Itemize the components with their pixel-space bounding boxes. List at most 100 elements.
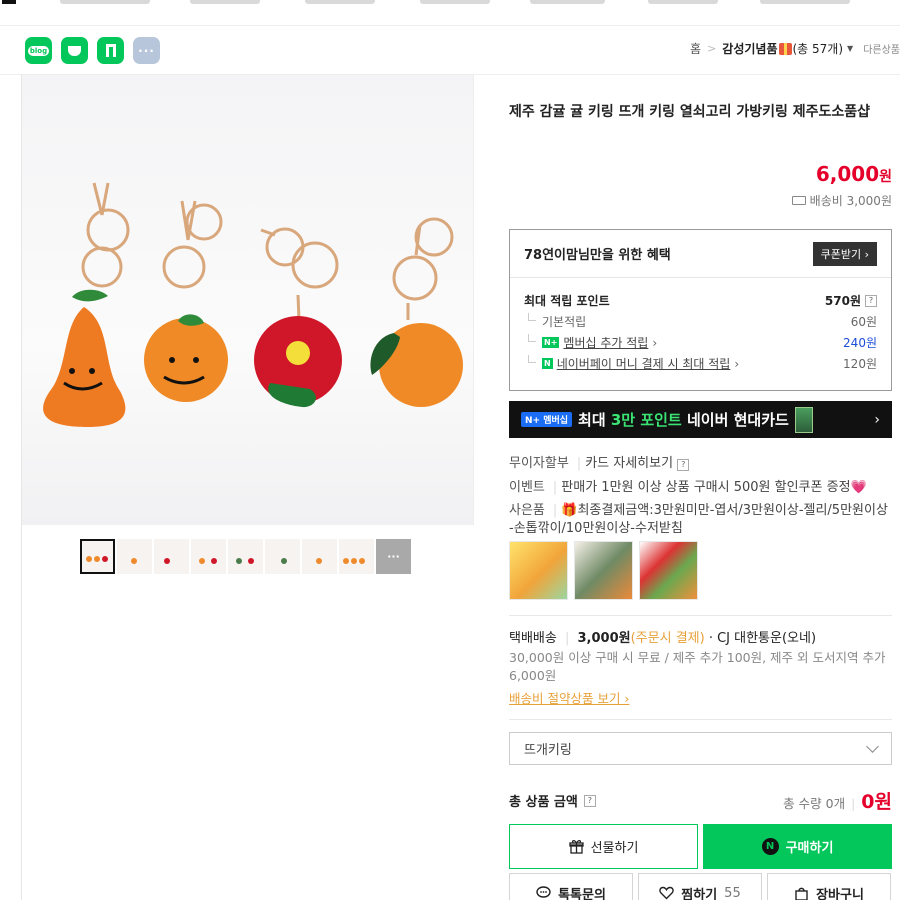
delivery-carrier: · CJ 대한통운(오네) (708, 631, 817, 646)
gift-image[interactable] (509, 541, 568, 600)
thumbnail[interactable] (339, 539, 374, 574)
points-value: 60원 (850, 315, 877, 329)
naver-plus-badge-icon: N+ (542, 337, 560, 348)
gift-icon (778, 42, 792, 55)
product-image[interactable] (22, 75, 473, 525)
gift-button[interactable]: 선물하기 (509, 824, 698, 869)
thumbnail[interactable] (228, 539, 263, 574)
event-text: 판매가 1만원 이상 상품 구매시 500원 할인쿠폰 증정💗 (561, 480, 867, 495)
truck-icon (791, 196, 806, 205)
thumbnail-more[interactable]: ··· (376, 539, 411, 574)
chevron-down-icon (866, 739, 879, 753)
blog-share-icon[interactable]: blog (25, 37, 52, 64)
category-fragment (305, 0, 375, 4)
points-value: 240원 (843, 336, 877, 350)
naver-pay-badge-icon: N (542, 358, 553, 369)
gift-images (509, 541, 698, 600)
other-products-link[interactable]: 다른상품 (863, 41, 900, 56)
shipping-fee: 배송비 3,000원 (791, 192, 892, 209)
talktalk-button[interactable]: 톡톡문의 (509, 873, 633, 900)
breadcrumb-home[interactable]: 홈 (690, 40, 701, 57)
section-divider (509, 719, 892, 720)
points-value: 120원 (843, 357, 877, 371)
benefit-box: 78연이맘님만을 위한 혜택 쿠폰받기 › 최대 적립 포인트 570원? 기본… (509, 229, 892, 391)
points-arrow-icon: › (652, 335, 658, 350)
category-strip (0, 0, 900, 26)
option-select[interactable]: 뜨개키링 (509, 732, 892, 765)
points-row[interactable]: N+ 멤버십 추가 적립 › 240원 (510, 332, 891, 353)
delivery-method: 택배배송 (509, 631, 557, 646)
blog-label: blog (27, 45, 50, 56)
points-link[interactable]: 네이버페이 머니 결제 시 최대 적립 (557, 355, 731, 372)
max-points-value: 570원 (824, 294, 861, 308)
points-link[interactable]: 멤버십 추가 적립 (563, 334, 648, 351)
banner-text-a: 최대 (578, 411, 611, 429)
buy-button-label: 구매하기 (785, 841, 834, 856)
points-row: 기본적립 60원 (510, 311, 891, 332)
installment-row: 무이자할부 | 카드 자세히보기 ? (509, 452, 690, 471)
category-fragment (760, 0, 850, 4)
coupon-button[interactable]: 쿠폰받기 › (812, 241, 877, 266)
category-fragment (648, 0, 718, 4)
benefit-header: 78연이맘님만을 위한 혜택 쿠폰받기 › (510, 230, 891, 278)
category-fragment (60, 0, 150, 4)
thumbnail[interactable] (80, 539, 115, 574)
help-icon[interactable]: ? (865, 294, 877, 307)
chevron-right-icon: › (874, 411, 880, 428)
image-border (473, 75, 474, 525)
cart-label: 장바구니 (816, 887, 864, 900)
breadcrumb-category[interactable]: 감성기념품 (722, 40, 777, 57)
installment-label: 무이자할부 (509, 456, 569, 471)
shopping-bag-icon (795, 887, 808, 900)
category-fragment (530, 0, 605, 4)
option-selected: 뜨개키링 (524, 743, 572, 758)
menu-mark (2, 0, 16, 4)
more-share-icon[interactable]: ··· (133, 37, 160, 64)
total-label: 총 상품 금액 (509, 795, 578, 810)
card-promo-banner[interactable]: N+ 멤버십 최대 3만 포인트 네이버 현대카드 › (509, 401, 892, 438)
buy-button[interactable]: N 구매하기 (703, 824, 892, 869)
points-row[interactable]: N 네이버페이 머니 결제 시 최대 적립 › 120원 (510, 353, 891, 374)
thumbnail[interactable] (302, 539, 337, 574)
thumbnail[interactable] (265, 539, 300, 574)
banner-text-b: 네이버 현대카드 (681, 411, 789, 429)
share-bar: blog ··· (25, 37, 160, 64)
breadcrumb-separator: > (707, 42, 717, 55)
thumbnail[interactable] (117, 539, 152, 574)
bookmark-icon (105, 44, 116, 57)
max-points-row: 최대 적립 포인트 570원? (510, 290, 891, 311)
thumbnail-strip: ··· (80, 539, 411, 574)
membership-badge: N+ 멤버십 (521, 412, 573, 427)
help-icon[interactable]: ? (583, 794, 596, 807)
total-amount: 0원 (861, 791, 892, 813)
caret-down-icon[interactable]: ▼ (847, 44, 853, 53)
category-fragment (420, 0, 490, 4)
gift-box-icon (568, 840, 584, 854)
gift-image[interactable] (574, 541, 633, 600)
delivery-fee-note: (주문시 결제) (630, 631, 705, 646)
gift-label: 사은품 (509, 503, 545, 518)
thumbnail[interactable] (154, 539, 189, 574)
cart-button[interactable]: 장바구니 (767, 873, 891, 900)
shipping-saver-link[interactable]: 배송비 절약상품 보기 › (509, 688, 629, 707)
help-icon[interactable]: ? (677, 459, 690, 471)
wishlist-button[interactable]: 찜하기 55 (638, 873, 762, 900)
credit-card-icon (794, 406, 813, 433)
delivery-row: 택배배송 | 3,000원(주문시 결제) · CJ 대한통운(오네) (509, 631, 817, 646)
gift-image[interactable] (639, 541, 698, 600)
installment-link[interactable]: 카드 자세히보기 (585, 456, 673, 471)
cafe-share-icon[interactable] (61, 37, 88, 64)
bookmark-share-icon[interactable] (97, 37, 124, 64)
wishlist-count: 55 (724, 885, 741, 900)
gift-row: 사은품 | 🎁최종결제금액:3만원미만-엽서/3만원이상-젤리/5만원이상 (509, 503, 888, 518)
product-price: 6,000원 (816, 162, 892, 186)
talktalk-label: 톡톡문의 (558, 887, 606, 900)
breadcrumb-count[interactable]: (총 57개) (793, 40, 844, 57)
gift-text-line2: -손톱깎이/10만원이상-수저받침 (509, 521, 683, 536)
gift-text: 🎁최종결제금액:3만원미만-엽서/3만원이상-젤리/5만원이상 (561, 503, 888, 518)
gift-button-label: 선물하기 (590, 841, 639, 856)
product-title: 제주 감귤 귤 키링 뜨개 키링 열쇠고리 가방키링 제주도소품샵 (509, 104, 870, 120)
thumbnail[interactable] (191, 539, 226, 574)
category-fragment (190, 0, 260, 4)
delivery-note: 30,000원 이상 구매 시 무료 / 제주 추가 100원, 제주 외 도서… (509, 650, 886, 683)
